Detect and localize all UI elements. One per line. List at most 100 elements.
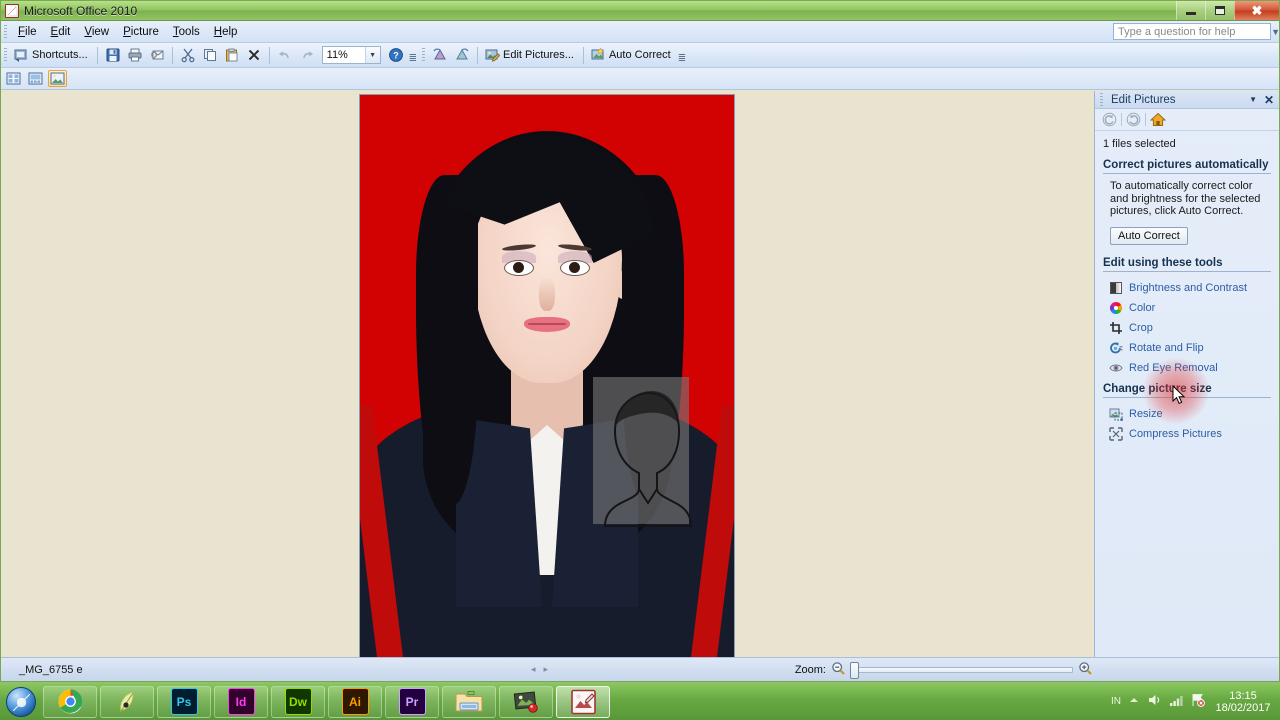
- chrome-icon: [58, 689, 82, 714]
- red-eye-icon: [1109, 361, 1123, 375]
- auto-correct-button[interactable]: Auto Correct: [1110, 226, 1188, 245]
- auto-correct-description: To automatically correct color and brigh…: [1110, 180, 1261, 217]
- show-hidden-icons-button[interactable]: [1128, 694, 1140, 709]
- menu-bar: FFileile Edit View Picture Tools Help Ty…: [1, 21, 1280, 43]
- start-button[interactable]: [2, 685, 40, 719]
- home-button[interactable]: [1149, 111, 1166, 128]
- taskbar-item-explorer[interactable]: [442, 685, 496, 718]
- maximize-button[interactable]: [1205, 1, 1234, 20]
- redo-button[interactable]: [296, 45, 318, 66]
- auto-correct-toolbar-button[interactable]: Auto Correct: [588, 45, 676, 66]
- tool-red-eye-removal[interactable]: Red Eye Removal: [1103, 358, 1271, 378]
- close-button[interactable]: ✖: [1234, 1, 1279, 20]
- illustrator-icon: Ai: [341, 688, 369, 715]
- picture-manager-window: Microsoft Office 2010 ✖ FFileile Edit Vi…: [0, 0, 1280, 682]
- filmstrip-view-button[interactable]: [26, 70, 45, 87]
- window-titlebar: Microsoft Office 2010 ✖: [1, 1, 1279, 21]
- save-button[interactable]: [102, 45, 124, 66]
- zoom-slider[interactable]: [850, 661, 1073, 679]
- premiere-icon: Pr: [398, 688, 426, 715]
- close-icon[interactable]: ✕: [1264, 93, 1274, 107]
- zoom-combobox[interactable]: 11% ▼: [321, 46, 381, 64]
- paste-icon: [224, 47, 240, 63]
- taskbar-item-photoshop[interactable]: Ps: [157, 685, 211, 718]
- tool-crop[interactable]: Crop: [1103, 318, 1271, 338]
- tool-compress-pictures[interactable]: Compress Pictures: [1103, 424, 1271, 444]
- delete-button[interactable]: [243, 45, 265, 66]
- previous-picture-button[interactable]: ◂: [531, 664, 536, 675]
- menubar-grip[interactable]: [4, 24, 7, 39]
- tool-label: Resize: [1129, 407, 1163, 420]
- paste-button[interactable]: [221, 45, 243, 66]
- thumbnail-view-button[interactable]: [4, 70, 23, 87]
- menu-tools[interactable]: Tools: [166, 23, 207, 41]
- help-search-input[interactable]: Type a question for help ▼: [1113, 23, 1280, 40]
- menu-file[interactable]: FFileile: [11, 23, 44, 41]
- zoom-slider-thumb[interactable]: [850, 661, 859, 679]
- chevron-down-icon[interactable]: ▼: [1271, 27, 1280, 37]
- zoom-out-button[interactable]: [831, 661, 846, 679]
- toolbar-overflow-button-2[interactable]: ≣: [678, 53, 686, 67]
- system-tray: IN 13:15 18/02/2017: [1111, 683, 1280, 720]
- dreamweaver-icon: Dw: [284, 688, 312, 715]
- toolbar-overflow-button[interactable]: ≣: [409, 53, 417, 67]
- next-picture-button[interactable]: ▸: [544, 664, 549, 675]
- undo-icon: [277, 47, 293, 63]
- copy-button[interactable]: [199, 45, 221, 66]
- tool-resize[interactable]: Resize: [1103, 404, 1271, 424]
- tool-brightness-and-contrast[interactable]: Brightness and Contrast: [1103, 278, 1271, 298]
- back-button[interactable]: [1101, 111, 1118, 128]
- forward-button[interactable]: [1125, 111, 1142, 128]
- toolbar-grip[interactable]: [4, 48, 7, 62]
- action-center-icon[interactable]: [1191, 693, 1205, 710]
- clock[interactable]: 13:15 18/02/2017: [1212, 690, 1274, 714]
- taskbar-item-premiere[interactable]: Pr: [385, 685, 439, 718]
- shortcuts-label: Shortcuts...: [32, 49, 88, 61]
- print-button[interactable]: [124, 45, 146, 66]
- taskbar-item-chrome[interactable]: [43, 685, 97, 718]
- taskbar-item-dreamweaver[interactable]: Dw: [271, 685, 325, 718]
- zoom-in-button[interactable]: [1078, 661, 1093, 679]
- menu-edit[interactable]: Edit: [44, 23, 78, 41]
- menu-picture[interactable]: Picture: [116, 23, 166, 41]
- tool-color[interactable]: Color: [1103, 298, 1271, 318]
- clock-date: 18/02/2017: [1215, 701, 1271, 714]
- shortcuts-button[interactable]: Shortcuts...: [11, 45, 93, 66]
- rotate-left-button[interactable]: [429, 45, 451, 66]
- undo-button[interactable]: [274, 45, 296, 66]
- help-button[interactable]: ?: [385, 45, 407, 66]
- rotate-right-button[interactable]: [451, 45, 473, 66]
- rotate-right-icon: [454, 47, 470, 63]
- change-picture-size-heading: Change picture size: [1103, 383, 1271, 398]
- tool-rotate-and-flip[interactable]: Rotate and Flip: [1103, 338, 1271, 358]
- zoom-dropdown-arrow[interactable]: ▼: [364, 47, 380, 63]
- task-pane-navigation: [1095, 109, 1279, 131]
- minimize-button[interactable]: [1176, 1, 1205, 20]
- language-indicator[interactable]: IN: [1111, 696, 1121, 707]
- volume-icon[interactable]: [1147, 693, 1162, 710]
- network-signal-icon[interactable]: [1169, 694, 1184, 710]
- picture-canvas[interactable]: [1, 91, 1094, 657]
- picture-preview[interactable]: [359, 94, 735, 657]
- chevron-down-icon[interactable]: ▼: [1249, 95, 1257, 104]
- portrait-nose: [539, 277, 555, 311]
- task-pane-grip[interactable]: [1100, 92, 1103, 107]
- feather-icon: [120, 690, 134, 712]
- email-button[interactable]: [146, 45, 168, 66]
- photoshop-icon: Ps: [170, 688, 198, 715]
- menu-help[interactable]: Help: [207, 23, 245, 41]
- edit-pictures-button[interactable]: Edit Pictures...: [482, 45, 579, 66]
- taskbar-item-picture-manager[interactable]: [499, 685, 553, 718]
- taskbar-item-office-2010[interactable]: [556, 685, 610, 718]
- tool-label: Compress Pictures: [1129, 427, 1222, 440]
- menu-view[interactable]: View: [77, 23, 116, 41]
- taskbar-item-illustrator[interactable]: Ai: [328, 685, 382, 718]
- taskbar-item-corel[interactable]: [100, 685, 154, 718]
- zoom-label: Zoom:: [794, 663, 826, 676]
- svg-text:?: ?: [393, 51, 399, 61]
- single-picture-view-button[interactable]: [48, 70, 67, 87]
- toolbar-grip-2[interactable]: [422, 48, 426, 62]
- taskbar-item-indesign[interactable]: Id: [214, 685, 268, 718]
- cut-button[interactable]: [177, 45, 199, 66]
- files-selected-text: 1 files selected: [1103, 138, 1176, 150]
